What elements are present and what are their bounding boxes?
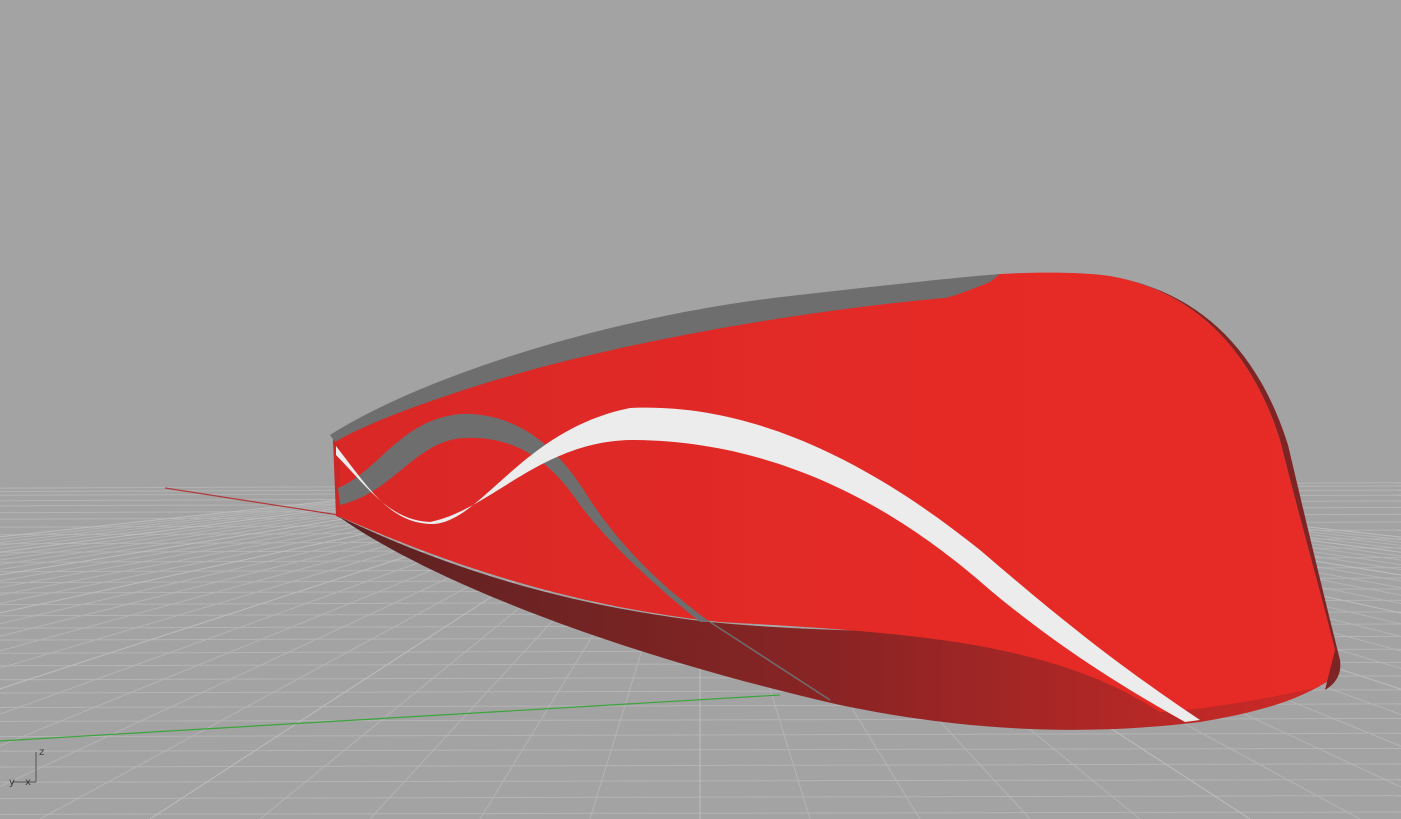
gizmo-y-label: y <box>9 777 15 788</box>
world-y-axis <box>0 694 781 742</box>
3d-viewport[interactable]: z y x <box>0 0 1401 819</box>
viewport-scene[interactable]: z y x <box>0 0 1401 819</box>
gizmo-z-label: z <box>39 747 44 758</box>
red-shell-model[interactable] <box>330 272 1341 730</box>
gizmo-x-label: x <box>25 777 31 788</box>
